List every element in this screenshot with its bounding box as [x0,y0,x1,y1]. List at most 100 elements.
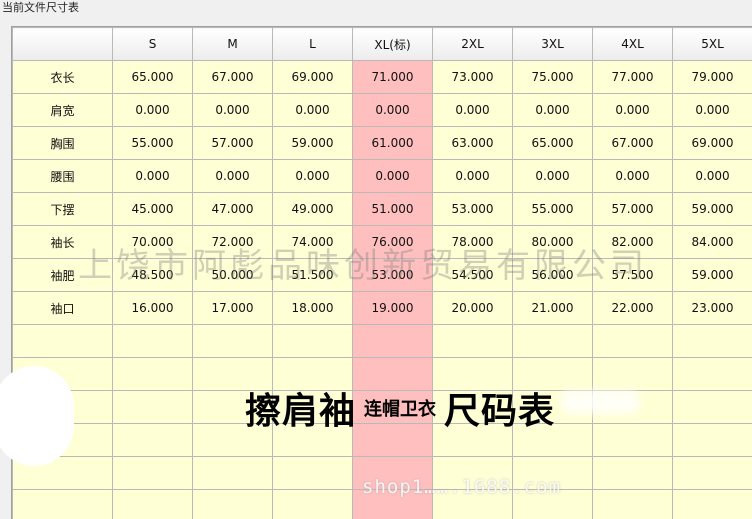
empty-cell[interactable] [353,325,433,358]
table-cell[interactable]: 75.000 [513,61,593,94]
table-cell[interactable]: 23.000 [673,292,752,325]
window-title: 当前文件尺寸表 [0,0,752,20]
table-cell[interactable]: 0.000 [273,94,353,127]
column-header-s[interactable]: S [113,28,193,61]
corner-header[interactable] [13,28,113,61]
title-overlay: 擦肩袖 连帽卫衣 尺码表 [245,384,555,432]
row-label[interactable]: 肩宽 [13,94,113,127]
empty-cell[interactable] [13,490,113,519]
table-cell[interactable]: 57.000 [593,193,673,226]
row-label[interactable]: 袖口 [13,292,113,325]
table-cell[interactable]: 16.000 [113,292,193,325]
table-cell[interactable]: 49.000 [273,193,353,226]
empty-cell[interactable] [593,325,673,358]
row-label[interactable]: 衣长 [13,61,113,94]
table-cell[interactable]: 63.000 [433,127,513,160]
table-cell[interactable]: 19.000 [353,292,433,325]
table-cell[interactable]: 0.000 [593,160,673,193]
table-cell[interactable]: 0.000 [433,94,513,127]
table-cell[interactable]: 47.000 [193,193,273,226]
empty-cell[interactable] [673,391,752,424]
company-watermark: 上饶市阿彪品味创新贸易有限公司 [78,238,648,287]
empty-cell[interactable] [513,325,593,358]
table-cell[interactable]: 0.000 [513,160,593,193]
table-cell[interactable]: 55.000 [113,127,193,160]
table-cell[interactable]: 0.000 [673,94,752,127]
header-row: S M L XL(标) 2XL 3XL 4XL 5XL [13,28,752,61]
table-cell[interactable]: 0.000 [673,160,752,193]
table-cell[interactable]: 69.000 [273,61,353,94]
table-cell[interactable]: 18.000 [273,292,353,325]
empty-row [13,325,752,358]
table-cell[interactable]: 53.000 [433,193,513,226]
table-cell[interactable]: 17.000 [193,292,273,325]
empty-cell[interactable] [273,490,353,519]
table-cell[interactable]: 45.000 [113,193,193,226]
empty-cell[interactable] [113,490,193,519]
table-cell[interactable]: 0.000 [593,94,673,127]
table-cell[interactable]: 51.000 [353,193,433,226]
column-header-l[interactable]: L [273,28,353,61]
column-header-2xl[interactable]: 2XL [433,28,513,61]
table-cell[interactable]: 55.000 [513,193,593,226]
empty-cell[interactable] [113,325,193,358]
empty-cell[interactable] [113,358,193,391]
table-cell[interactable]: 0.000 [433,160,513,193]
table-cell[interactable]: 20.000 [433,292,513,325]
empty-cell[interactable] [673,325,752,358]
empty-cell[interactable] [193,490,273,519]
table-cell[interactable]: 0.000 [113,160,193,193]
table-cell[interactable]: 0.000 [273,160,353,193]
table-cell[interactable]: 73.000 [433,61,513,94]
empty-cell[interactable] [593,424,673,457]
row-label[interactable]: 下摆 [13,193,113,226]
empty-cell[interactable] [433,325,513,358]
table-cell[interactable]: 67.000 [193,61,273,94]
table-cell[interactable]: 0.000 [513,94,593,127]
table-cell[interactable]: 79.000 [673,61,752,94]
empty-cell[interactable] [113,424,193,457]
empty-cell[interactable] [273,325,353,358]
empty-cell[interactable] [673,358,752,391]
table-cell[interactable]: 59.000 [673,193,752,226]
row-label[interactable]: 腰围 [13,160,113,193]
column-header-5xl[interactable]: 5XL [673,28,752,61]
overlay-part1: 擦肩袖 [245,382,356,434]
table-cell[interactable]: 57.000 [193,127,273,160]
table-row: 腰围0.0000.0000.0000.0000.0000.0000.0000.0… [13,160,752,193]
column-header-xl[interactable]: XL(标) [353,28,433,61]
table-cell[interactable]: 77.000 [593,61,673,94]
table-cell[interactable]: 22.000 [593,292,673,325]
table-cell[interactable]: 71.000 [353,61,433,94]
row-label[interactable]: 胸围 [13,127,113,160]
table-cell[interactable]: 21.000 [513,292,593,325]
table-cell[interactable]: 0.000 [193,160,273,193]
table-cell[interactable]: 0.000 [353,160,433,193]
table-cell[interactable]: 84.000 [673,226,752,259]
empty-cell[interactable] [273,457,353,490]
table-cell[interactable]: 0.000 [353,94,433,127]
table-cell[interactable]: 67.000 [593,127,673,160]
table-cell[interactable]: 0.000 [193,94,273,127]
empty-cell[interactable] [113,391,193,424]
empty-cell[interactable] [13,325,113,358]
table-cell[interactable]: 65.000 [513,127,593,160]
column-header-m[interactable]: M [193,28,273,61]
table-cell[interactable]: 0.000 [113,94,193,127]
empty-cell[interactable] [193,325,273,358]
table-cell[interactable]: 69.000 [673,127,752,160]
empty-cell[interactable] [193,457,273,490]
empty-cell[interactable] [593,457,673,490]
empty-cell[interactable] [673,457,752,490]
empty-cell[interactable] [593,358,673,391]
table-cell[interactable]: 59.000 [273,127,353,160]
table-cell[interactable]: 59.000 [673,259,752,292]
empty-cell[interactable] [673,424,752,457]
table-cell[interactable]: 65.000 [113,61,193,94]
empty-cell[interactable] [593,490,673,519]
table-cell[interactable]: 61.000 [353,127,433,160]
column-header-3xl[interactable]: 3XL [513,28,593,61]
column-header-4xl[interactable]: 4XL [593,28,673,61]
empty-cell[interactable] [673,490,752,519]
empty-cell[interactable] [113,457,193,490]
